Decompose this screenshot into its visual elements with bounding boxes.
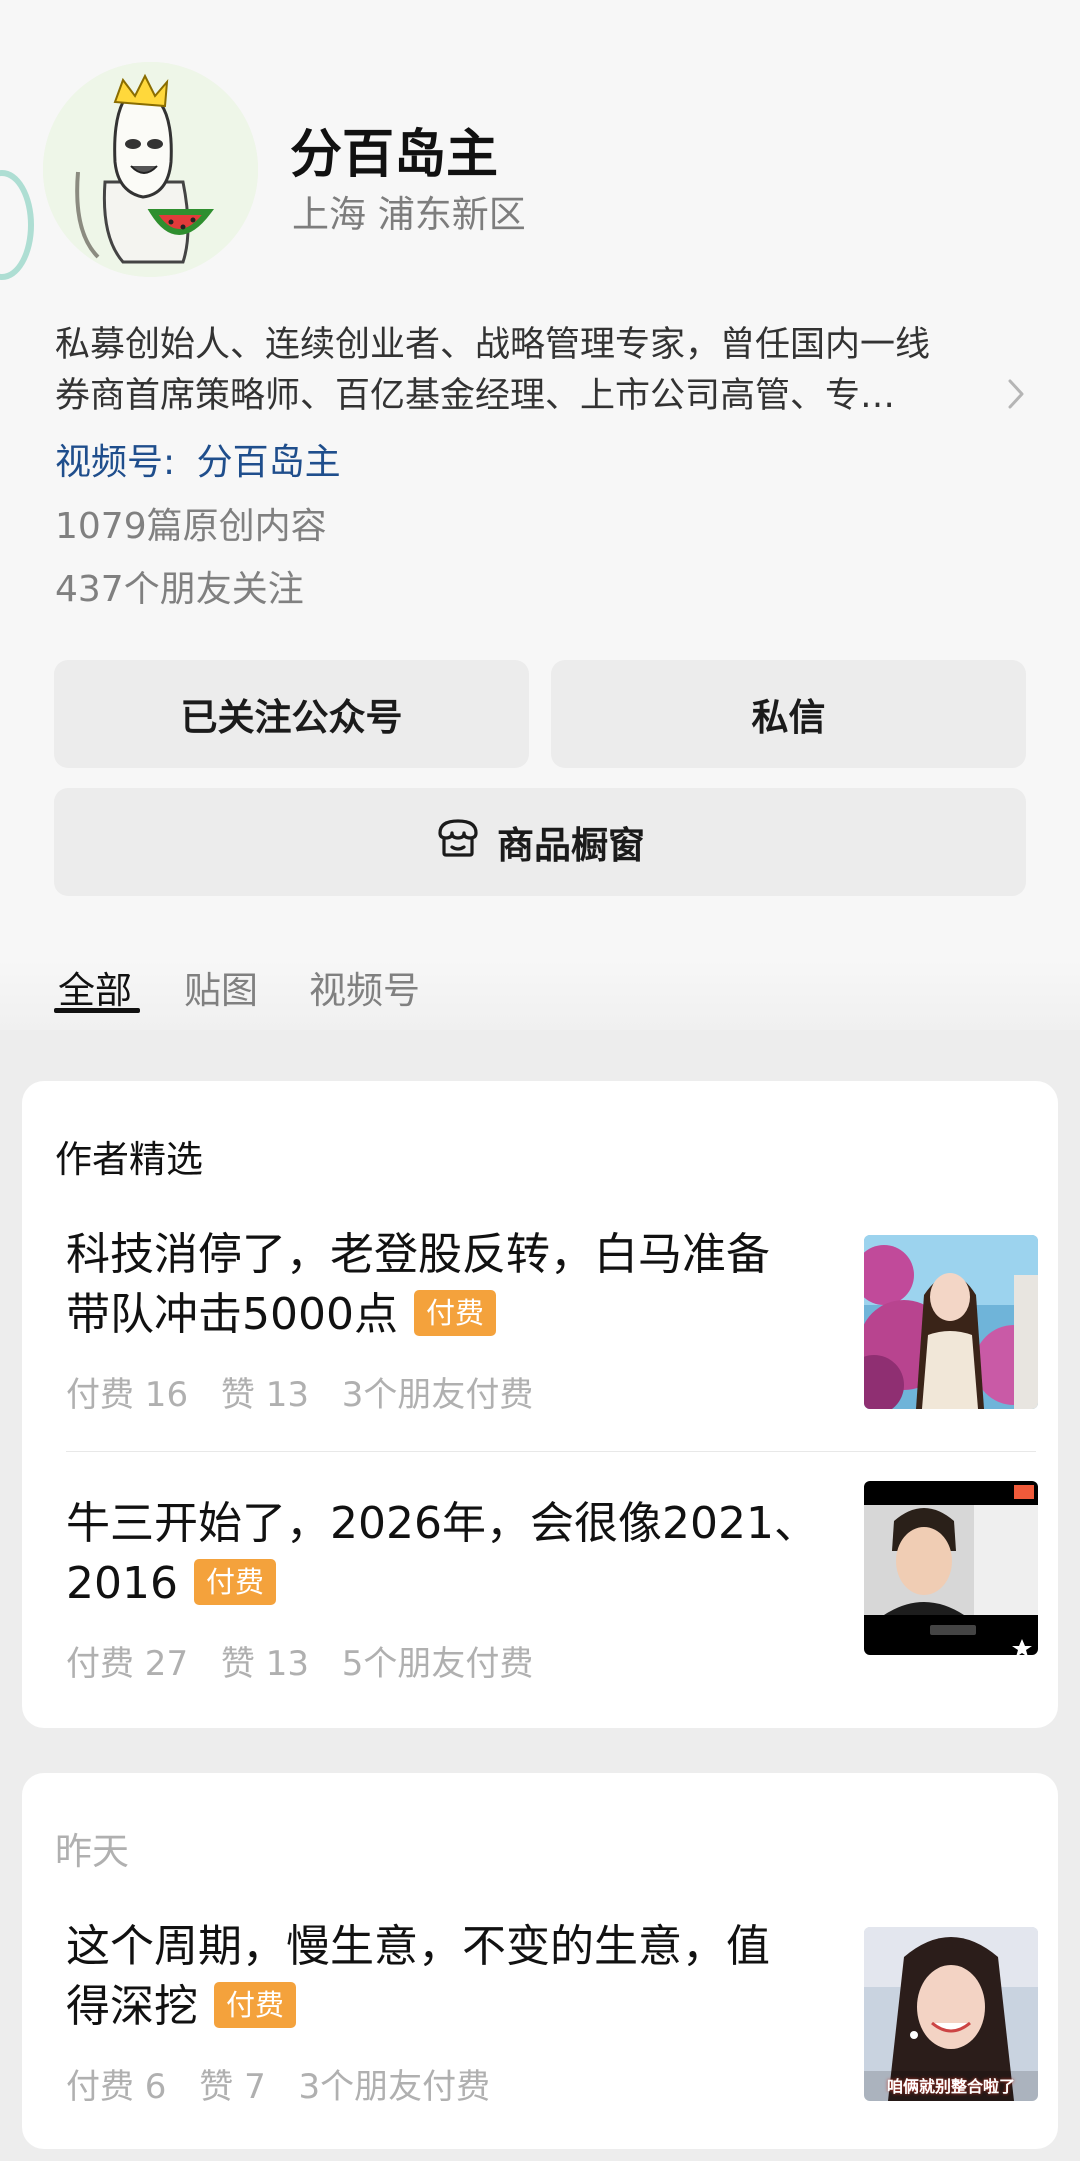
friends-paid: 3个朋友付费 (298, 2067, 491, 2107)
thumbnail-caption: 咱俩就别整合啦了 (886, 2077, 1015, 2096)
title-line: 牛三开始了，2026年，会很像2021、 (66, 1498, 818, 1549)
title-line: 得深挖 (66, 1981, 198, 2032)
tab-channels[interactable]: 视频号 (309, 960, 420, 1014)
article-thumbnail[interactable] (864, 1235, 1038, 1409)
profile-page: 分百岛主 上海 浦东新区 私募创始人、连续创业者、战略管理专家，曾任国内一线 券… (0, 0, 1080, 2161)
chevron-right-icon[interactable] (1006, 377, 1026, 415)
message-button[interactable]: 私信 (551, 660, 1026, 768)
tab-images[interactable]: 贴图 (184, 960, 258, 1014)
like-count: 赞 7 (199, 2067, 266, 2107)
friends-paid: 3个朋友付费 (341, 1375, 534, 1415)
profile-bio[interactable]: 私募创始人、连续创业者、战略管理专家，曾任国内一线 券商首席策略师、百亿基金经理… (55, 320, 1015, 422)
date-header: 昨天 (55, 1830, 129, 1873)
title-line: 这个周期，慢生意，不变的生意，值 (66, 1921, 770, 1972)
shop-window-button[interactable]: 商品橱窗 (54, 788, 1026, 896)
followed-button[interactable]: 已关注公众号 (54, 660, 529, 768)
paid-badge: 付费 (193, 1559, 276, 1605)
featured-header: 作者精选 (55, 1138, 203, 1181)
title-line: 带队冲击5000点 (66, 1289, 398, 1340)
store-icon (435, 817, 497, 868)
paid-count: 付费 6 (66, 2067, 167, 2107)
title-line: 2016 (66, 1558, 178, 1609)
bio-line: 私募创始人、连续创业者、战略管理专家，曾任国内一线 (55, 325, 931, 365)
like-count: 赞 13 (220, 1375, 309, 1415)
profile-header: 分百岛主 上海 浦东新区 私募创始人、连续创业者、战略管理专家，曾任国内一线 券… (0, 0, 1080, 1030)
channel-name: 分百岛主 (196, 442, 341, 483)
article-thumbnail[interactable] (864, 1481, 1038, 1655)
original-content-count[interactable]: 1079篇原创内容 (55, 497, 327, 549)
avatar[interactable] (43, 62, 258, 277)
friends-following-count[interactable]: 437个朋友关注 (55, 560, 304, 612)
tab-all[interactable]: 全部 (58, 960, 132, 1014)
featured-card: 作者精选 科技消停了，老登股反转，白马准备 带队冲击5000点 付费 付费 16 … (22, 1081, 1058, 1728)
paid-count: 付费 16 (66, 1375, 189, 1415)
paid-count: 付费 27 (66, 1644, 189, 1684)
channel-label: 视频号: (55, 442, 176, 483)
article-title: 科技消停了，老登股反转，白马准备 带队冲击5000点 付费 (66, 1225, 836, 1345)
paid-badge: 付费 (413, 1290, 496, 1336)
article-meta: 付费 6 赞 7 3个朋友付费 (66, 2059, 512, 2108)
article-meta: 付费 16 赞 13 3个朋友付费 (66, 1367, 555, 1416)
floating-ring-decoration (0, 170, 34, 280)
paid-badge: 付费 (214, 1982, 297, 2028)
shop-window-label: 商品橱窗 (497, 824, 645, 867)
recent-card: 昨天 这个周期，慢生意，不变的生意，值 得深挖 付费 付费 6 赞 7 3个朋友付… (22, 1773, 1058, 2149)
article-item[interactable]: 科技消停了，老登股反转，白马准备 带队冲击5000点 付费 付费 16 赞 13 … (66, 1225, 1038, 1415)
profile-name: 分百岛主 (290, 125, 499, 185)
bio-line: 券商首席策略师、百亿基金经理、上市公司高管、专… (55, 376, 896, 416)
article-title: 这个周期，慢生意，不变的生意，值 得深挖 付费 (66, 1917, 836, 2037)
followed-button-label: 已关注公众号 (180, 696, 403, 739)
article-title: 牛三开始了，2026年，会很像2021、 2016 付费 (66, 1494, 836, 1614)
article-item[interactable]: 这个周期，慢生意，不变的生意，值 得深挖付费 付费 6 赞 7 3个朋友付费 (66, 1917, 1038, 2107)
active-tab-indicator (54, 1008, 140, 1013)
article-thumbnail[interactable]: 咱俩就别整合啦了 (864, 1927, 1038, 2101)
like-count: 赞 13 (220, 1644, 309, 1684)
channel-link[interactable]: 视频号: 分百岛主 (55, 433, 341, 485)
friends-paid: 5个朋友付费 (341, 1644, 534, 1684)
message-button-label: 私信 (751, 696, 826, 739)
article-meta: 付费 27 赞 13 5个朋友付费 (66, 1636, 555, 1685)
divider (66, 1451, 1036, 1452)
article-item[interactable]: 牛三开始了，2026年，会很像2021、 2016 付费 付费 27 赞 13 5… (66, 1481, 1038, 1684)
title-line: 科技消停了，老登股反转，白马准备 (66, 1229, 770, 1280)
profile-location: 上海 浦东新区 (292, 193, 526, 236)
